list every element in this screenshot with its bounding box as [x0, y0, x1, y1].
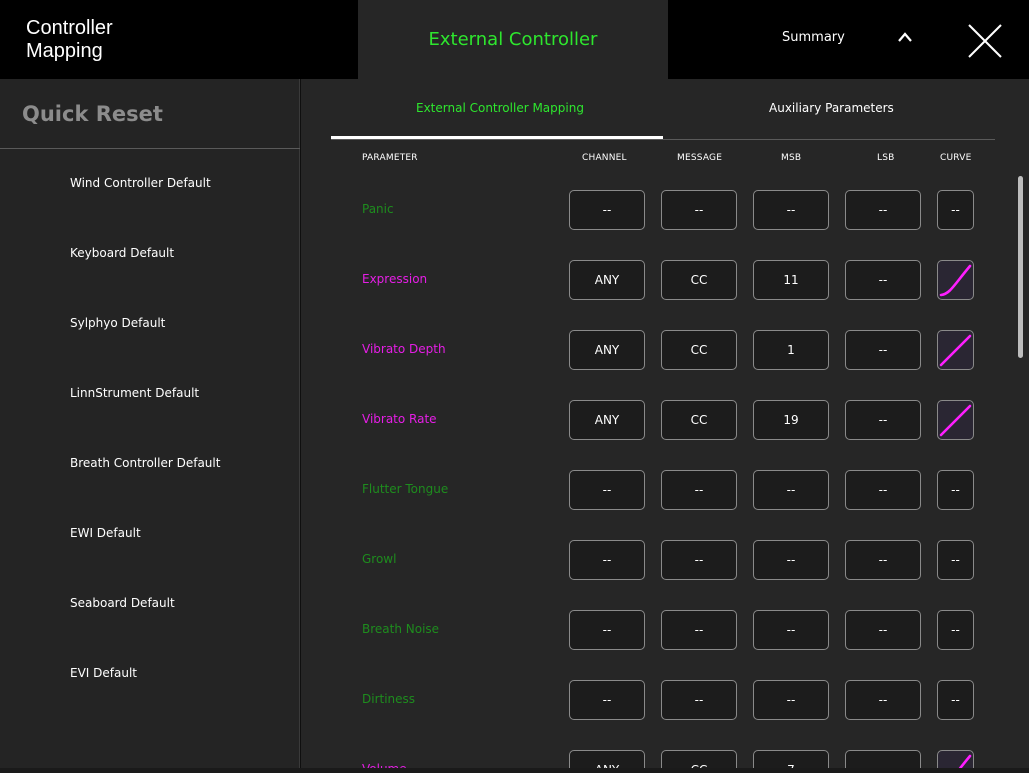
page-title: Controller Mapping [26, 17, 113, 63]
curve-field[interactable]: -- [937, 680, 974, 720]
msb-field[interactable]: -- [753, 190, 829, 230]
lsb-field[interactable]: -- [845, 260, 921, 300]
parameter-name: Vibrato Rate [362, 412, 437, 426]
parameter-name: Growl [362, 552, 397, 566]
preset-evi-default[interactable]: EVI Default [70, 666, 137, 680]
message-field[interactable]: CC [661, 400, 737, 440]
message-field[interactable]: -- [661, 680, 737, 720]
curve-field[interactable]: -- [937, 190, 974, 230]
tab-external-controller[interactable]: External Controller [358, 0, 668, 79]
vertical-scrollbar[interactable] [1018, 176, 1023, 358]
preset-keyboard-default[interactable]: Keyboard Default [70, 246, 174, 260]
tab-divider [331, 139, 995, 140]
curve-concave-icon[interactable] [937, 260, 974, 300]
quick-reset-title: Quick Reset [22, 102, 163, 126]
chevron-up-icon[interactable] [895, 27, 915, 47]
column-header-message: MESSAGE [677, 153, 723, 163]
lsb-field[interactable]: -- [845, 470, 921, 510]
close-icon[interactable] [966, 22, 1004, 60]
tab-auxiliary-parameters[interactable]: Auxiliary Parameters [769, 101, 894, 115]
sidebar-divider [0, 148, 300, 149]
msb-field[interactable]: -- [753, 610, 829, 650]
preset-seaboard-default[interactable]: Seaboard Default [70, 596, 175, 610]
column-header-curve: CURVE [940, 153, 972, 163]
msb-field[interactable]: -- [753, 680, 829, 720]
parameter-name: Panic [362, 202, 394, 216]
lsb-field[interactable]: -- [845, 190, 921, 230]
channel-field[interactable]: -- [569, 540, 645, 580]
column-header-parameter: PARAMETER [362, 153, 418, 163]
preset-ewi-default[interactable]: EWI Default [70, 526, 141, 540]
channel-field[interactable]: -- [569, 610, 645, 650]
column-header-msb: MSB [781, 153, 802, 163]
tab-external-controller-mapping[interactable]: External Controller Mapping [416, 101, 584, 115]
message-field[interactable]: -- [661, 190, 737, 230]
msb-field[interactable]: -- [753, 540, 829, 580]
summary-button[interactable]: Summary [782, 30, 845, 45]
channel-field[interactable]: ANY [569, 260, 645, 300]
preset-linnstrument-default[interactable]: LinnStrument Default [70, 386, 199, 400]
page-title-line-1: Controller [26, 17, 113, 39]
msb-field[interactable]: 11 [753, 260, 829, 300]
message-field[interactable]: CC [661, 260, 737, 300]
message-field[interactable]: -- [661, 540, 737, 580]
preset-wind-controller-default[interactable]: Wind Controller Default [70, 176, 211, 190]
curve-linear-icon[interactable] [937, 400, 974, 440]
column-header-channel: CHANNEL [582, 153, 627, 163]
message-field[interactable]: CC [661, 330, 737, 370]
lsb-field[interactable]: -- [845, 610, 921, 650]
curve-field[interactable]: -- [937, 470, 974, 510]
channel-field[interactable]: -- [569, 190, 645, 230]
lsb-field[interactable]: -- [845, 330, 921, 370]
quick-reset-sidebar: Quick Reset Wind Controller Default Keyb… [0, 79, 300, 773]
lsb-field[interactable]: -- [845, 400, 921, 440]
bottom-strip [0, 768, 1029, 773]
header-bar: Controller Mapping External Controller S… [0, 0, 1029, 79]
channel-field[interactable]: -- [569, 470, 645, 510]
curve-linear-icon[interactable] [937, 330, 974, 370]
lsb-field[interactable]: -- [845, 680, 921, 720]
curve-field[interactable]: -- [937, 540, 974, 580]
curve-field[interactable]: -- [937, 610, 974, 650]
message-field[interactable]: -- [661, 610, 737, 650]
message-field[interactable]: -- [661, 470, 737, 510]
preset-sylphyo-default[interactable]: Sylphyo Default [70, 316, 165, 330]
active-tab-indicator [331, 136, 663, 139]
parameter-name: Vibrato Depth [362, 342, 446, 356]
lsb-field[interactable]: -- [845, 540, 921, 580]
preset-breath-controller-default[interactable]: Breath Controller Default [70, 456, 220, 470]
msb-field[interactable]: 1 [753, 330, 829, 370]
channel-field[interactable]: -- [569, 680, 645, 720]
parameter-name: Flutter Tongue [362, 482, 449, 496]
page-title-line-2: Mapping [26, 40, 103, 62]
column-header-lsb: LSB [877, 153, 895, 163]
msb-field[interactable]: -- [753, 470, 829, 510]
parameter-name: Expression [362, 272, 428, 286]
mapping-panel: External Controller Mapping Auxiliary Pa… [301, 79, 1029, 773]
parameter-name: Dirtiness [362, 692, 416, 706]
msb-field[interactable]: 19 [753, 400, 829, 440]
channel-field[interactable]: ANY [569, 330, 645, 370]
parameter-name: Breath Noise [362, 622, 440, 636]
channel-field[interactable]: ANY [569, 400, 645, 440]
